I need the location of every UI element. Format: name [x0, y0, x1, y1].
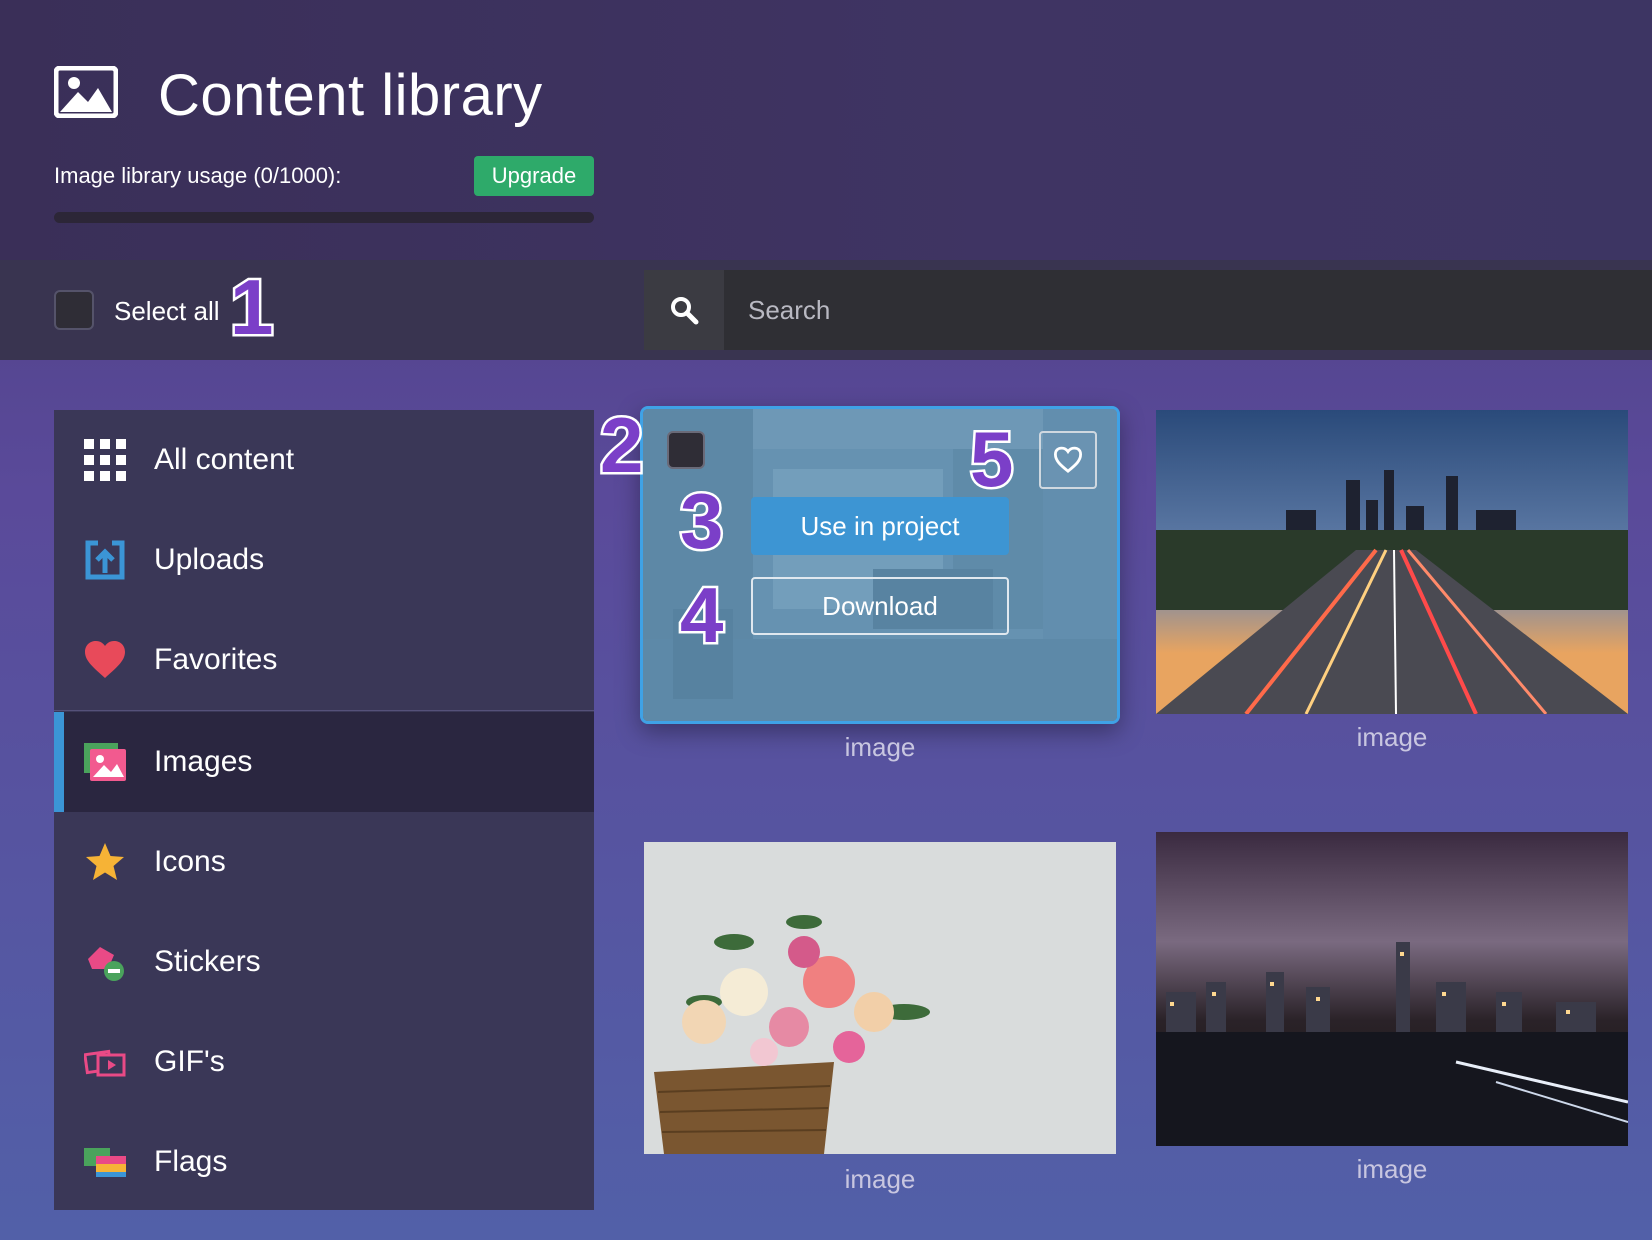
- search-icon: [671, 297, 699, 325]
- annotation-badge-4: 4: [677, 571, 725, 659]
- sidebar-item-all-content[interactable]: All content: [54, 410, 594, 510]
- image-card-city-night[interactable]: [1156, 832, 1628, 1146]
- gif-icon: [84, 1041, 126, 1083]
- search-input[interactable]: [724, 270, 1652, 350]
- sidebar-item-label: Images: [154, 745, 253, 778]
- image-card-office[interactable]: Use in project Download: [640, 406, 1120, 724]
- card-caption: image: [1356, 1154, 1428, 1184]
- flowers-photo: [644, 842, 1116, 1154]
- card-caption: image: [844, 1164, 916, 1194]
- image-icon: [84, 741, 126, 783]
- upgrade-button[interactable]: Upgrade: [474, 156, 594, 196]
- sidebar-item-label: Favorites: [154, 643, 278, 676]
- select-all-checkbox[interactable]: [54, 290, 94, 330]
- favorite-button[interactable]: [1039, 431, 1097, 489]
- usage-progress-bar: [54, 212, 594, 223]
- page-title: Content library: [158, 63, 543, 128]
- image-card-flowers[interactable]: [644, 842, 1116, 1154]
- sidebar-item-flags[interactable]: Flags: [54, 1112, 594, 1212]
- annotation-badge-2: 2: [597, 401, 645, 489]
- sidebar-item-label: GIF's: [154, 1045, 225, 1078]
- heart-outline-icon: [1053, 446, 1083, 474]
- image-card-highway[interactable]: [1156, 410, 1628, 714]
- grid-icon: [84, 439, 126, 481]
- sidebar-item-uploads[interactable]: Uploads: [54, 510, 594, 610]
- city-night-photo: [1156, 832, 1628, 1146]
- upload-icon: [84, 539, 126, 581]
- star-icon: [84, 841, 126, 883]
- flag-icon: [84, 1141, 126, 1183]
- sidebar-item-label: Uploads: [154, 543, 265, 576]
- download-button[interactable]: Download: [751, 577, 1009, 635]
- header: Content library Image library usage (0/1…: [0, 0, 1652, 260]
- sticker-icon: [84, 941, 126, 983]
- card-caption: image: [1356, 722, 1428, 752]
- sidebar-item-label: Icons: [154, 845, 226, 878]
- sidebar: All content Uploads Favorites Images Ico…: [54, 410, 594, 1210]
- annotation-badge-1: 1: [227, 263, 275, 351]
- sidebar-item-label: Flags: [154, 1145, 228, 1178]
- use-in-project-button[interactable]: Use in project: [751, 497, 1009, 555]
- highway-photo: [1156, 410, 1628, 714]
- usage-label: Image library usage (0/1000):: [54, 163, 342, 188]
- sidebar-item-gifs[interactable]: GIF's: [54, 1012, 594, 1112]
- image-icon: [54, 66, 118, 118]
- card-caption: image: [844, 732, 916, 762]
- card-select-checkbox[interactable]: [667, 431, 705, 469]
- sidebar-item-favorites[interactable]: Favorites: [54, 610, 594, 710]
- search-button[interactable]: [644, 270, 724, 350]
- sidebar-item-label: All content: [154, 443, 295, 476]
- sidebar-item-label: Stickers: [154, 945, 261, 978]
- annotation-badge-5: 5: [967, 415, 1015, 503]
- sidebar-item-images[interactable]: Images: [54, 712, 594, 812]
- sidebar-item-icons[interactable]: Icons: [54, 812, 594, 912]
- select-all-label: Select all: [114, 296, 220, 326]
- heart-icon: [84, 639, 126, 681]
- sidebar-divider: [54, 710, 594, 711]
- search-bar: [644, 270, 1652, 350]
- annotation-badge-3: 3: [677, 477, 725, 565]
- sidebar-item-stickers[interactable]: Stickers: [54, 912, 594, 1012]
